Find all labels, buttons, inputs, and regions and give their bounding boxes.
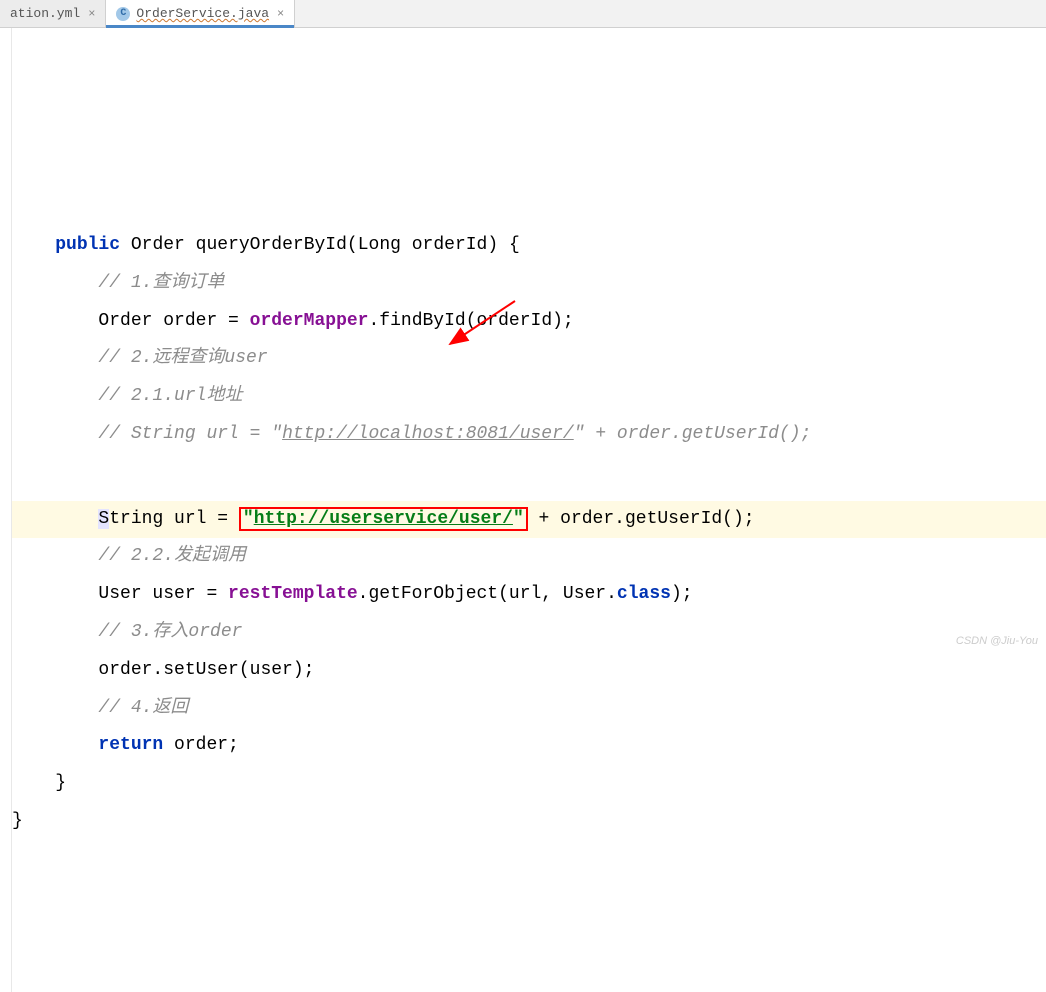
watermark: CSDN @Jiu-You — [956, 635, 1038, 647]
code-line: } — [12, 811, 23, 831]
code-line: String url = "http://userservice/user/" … — [12, 501, 1046, 539]
code-line: Order order = orderMapper.findById(order… — [12, 311, 574, 331]
tab-yml[interactable]: ation.yml × — [0, 0, 106, 27]
code-line — [12, 197, 682, 217]
code-line: } — [12, 773, 66, 793]
tab-label: ation.yml — [10, 6, 80, 21]
code-line: return order; — [12, 735, 239, 755]
code-line: // 3.存入order — [12, 622, 242, 642]
code-line: // 2.1.url地址 — [12, 386, 242, 406]
tab-orderservice[interactable]: C OrderService.java × — [106, 0, 295, 27]
close-icon[interactable]: × — [277, 7, 284, 21]
tab-label: OrderService.java — [136, 6, 269, 21]
code-line: order.setUser(user); — [12, 660, 314, 680]
code-editor[interactable]: public Order queryOrderById(Long orderId… — [0, 28, 1046, 992]
code-line: User user = restTemplate.getForObject(ur… — [12, 584, 693, 604]
code-line: public Order queryOrderById(Long orderId… — [12, 235, 520, 255]
close-icon[interactable]: × — [88, 7, 95, 21]
code-line: // 2.2.发起调用 — [12, 546, 246, 566]
code-line: // 2.远程查询user — [12, 348, 268, 368]
code-line: // 4.返回 — [12, 698, 188, 718]
code-line — [12, 454, 1046, 463]
gutter — [0, 28, 12, 992]
code-content: public Order queryOrderById(Long orderId… — [12, 151, 1046, 878]
code-line: // 1.查询订单 — [12, 273, 224, 293]
code-line: // String url = "http://localhost:8081/u… — [12, 424, 811, 444]
class-icon: C — [116, 7, 130, 21]
tab-bar: ation.yml × C OrderService.java × — [0, 0, 1046, 28]
